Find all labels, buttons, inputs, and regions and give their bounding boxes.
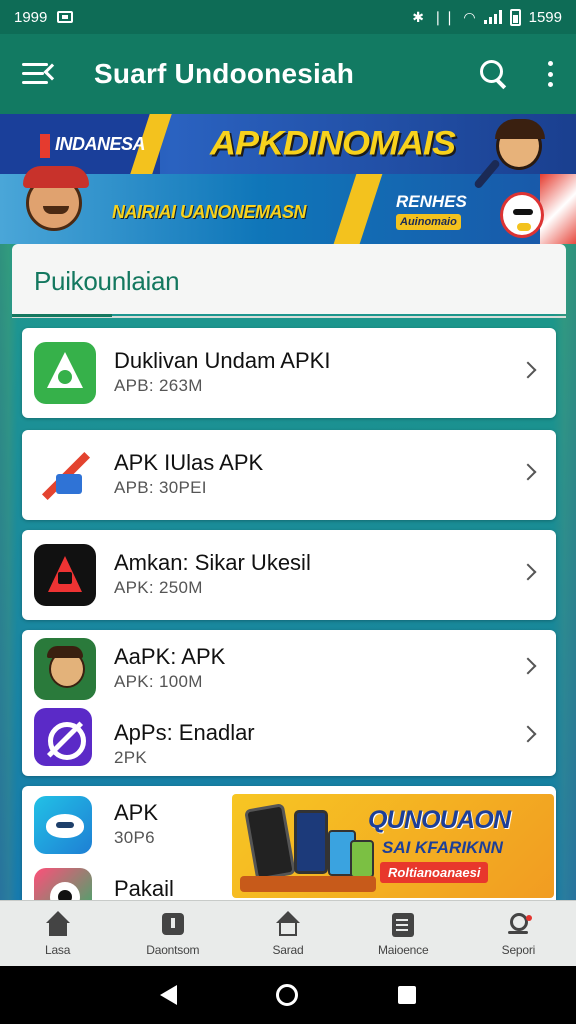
promo-ad[interactable]: QUNOUAON SAI KFARIKNN Roltianoanaesi <box>232 794 554 898</box>
nav-label: Sarad <box>272 942 304 957</box>
app-size: APB: 30PEI <box>114 478 207 497</box>
app-name: Pakail <box>114 876 174 900</box>
app-size: APK: 100M <box>114 672 203 691</box>
notification-icon <box>57 11 74 23</box>
app-name: APK IUlas APK <box>114 450 264 475</box>
system-navigation <box>0 966 576 1024</box>
chevron-right-icon <box>519 361 537 379</box>
more-vert-icon[interactable] <box>546 61 554 87</box>
home-circle-icon[interactable] <box>276 984 299 1006</box>
app-size: 30P6 <box>114 828 155 847</box>
nav-label: Lasa <box>44 942 71 957</box>
nav-item-library[interactable]: Maioence <box>346 901 461 966</box>
flag-icon <box>40 134 50 158</box>
menu-icon[interactable] <box>22 61 61 87</box>
app-bar: Suarf Undoonesiah <box>0 34 576 114</box>
chevron-right-icon <box>519 563 537 581</box>
mascot-left-image <box>23 166 89 231</box>
app-name: APK <box>114 800 159 825</box>
phone-image <box>244 803 296 881</box>
nav-item-downloads[interactable]: Daontsom <box>115 901 230 966</box>
status-bar: 1999 ✱ ❘❘ ◠ 1599 <box>0 0 576 34</box>
app-size: 2PK <box>114 748 148 767</box>
green-triangle-icon <box>34 342 96 404</box>
mascot-right-bottom-image <box>500 192 544 238</box>
promo-headline: QUNOUAON <box>368 806 511 834</box>
app-name: ApPs: Enadlar <box>114 720 255 745</box>
app-title: Suarf Undoonesiah <box>94 58 355 89</box>
house-outline-icon <box>274 910 302 939</box>
nav-item-profile[interactable]: Sepori <box>461 901 576 966</box>
bluetooth-icon: ✱ <box>412 8 424 25</box>
banner-brand: INDANESA <box>55 134 146 154</box>
app-list-item[interactable]: AaPK: APK APK: 100M <box>22 630 556 702</box>
section-title: Puikounlaian <box>34 266 180 296</box>
app-list-item[interactable]: Amkan: Sikar Ukesil APK: 250M <box>22 530 556 620</box>
banner-badge-title: RENHES <box>396 192 467 211</box>
app-name: Amkan: Sikar Ukesil <box>114 550 311 575</box>
promo-cta-button[interactable]: Roltianoanaesi <box>380 862 489 883</box>
pink-eye-icon <box>34 868 92 900</box>
status-time-right: 1599 <box>528 8 562 26</box>
battery-icon <box>509 8 521 26</box>
nav-label: Sepori <box>501 942 536 957</box>
banner-badge: RENHES Auinomaio <box>396 192 482 238</box>
banner-badge-sub: Auinomaio <box>396 214 461 230</box>
app-list-group: AaPK: APK APK: 100M ApPs: Enadlar 2PK <box>22 630 556 776</box>
nav-item-home[interactable]: Lasa <box>0 901 115 966</box>
nav-label: Daontsom <box>146 942 200 957</box>
app-list-item[interactable]: Duklivan Undam APKI APB: 263M <box>22 328 556 418</box>
app-size: APB: 263M <box>114 376 203 395</box>
back-icon[interactable] <box>159 985 177 1005</box>
banner-headline: APKDINOMAIS <box>210 123 456 162</box>
blue-mask-icon <box>34 796 92 854</box>
status-time-left: 1999 <box>14 8 48 26</box>
chevron-right-icon <box>519 463 537 481</box>
app-list-item[interactable]: ApPs: Enadlar 2PK <box>22 704 556 776</box>
app-list-item[interactable]: APK IUlas APK APB: 30PEI <box>22 430 556 520</box>
mascot-right-top-image <box>495 119 545 170</box>
phone-image <box>294 810 328 874</box>
red-a-icon <box>34 544 96 606</box>
home-icon <box>44 910 72 939</box>
phone-image <box>350 840 374 878</box>
banner-subheadline: NAIRIAI UANONEMASN <box>112 202 307 222</box>
app-list-item[interactable]: Pakail <box>22 864 222 900</box>
section-header: Puikounlaian <box>12 244 566 314</box>
chevron-right-icon <box>519 725 537 743</box>
notification-dot <box>526 914 533 921</box>
red-x-icon <box>34 444 96 506</box>
download-icon <box>159 911 187 939</box>
section-tab-indicator <box>12 314 112 317</box>
bottom-navigation: Lasa Daontsom Sarad Maioence Sepori <box>0 900 576 966</box>
list-icon <box>389 911 417 939</box>
app-size: APK: 250M <box>114 578 203 597</box>
app-name: Duklivan Undam APKI <box>114 348 331 373</box>
vibrate-icon: ❘❘ <box>431 8 456 25</box>
wifi-icon: ◠ <box>463 8 476 25</box>
app-name: AaPK: APK <box>114 644 226 669</box>
nav-label: Maioence <box>377 942 429 957</box>
purple-circle-icon <box>34 708 92 766</box>
recents-icon[interactable] <box>398 986 417 1004</box>
signal-icon <box>483 10 502 24</box>
app-list-item[interactable]: APK 30P6 <box>22 786 222 856</box>
search-icon[interactable] <box>480 60 508 88</box>
chevron-right-icon <box>519 657 537 675</box>
promo-subline: SAI KFARIKNN <box>382 838 503 857</box>
profile-icon <box>504 911 533 939</box>
nav-item-saved[interactable]: Sarad <box>230 901 345 966</box>
face-icon <box>34 638 96 700</box>
